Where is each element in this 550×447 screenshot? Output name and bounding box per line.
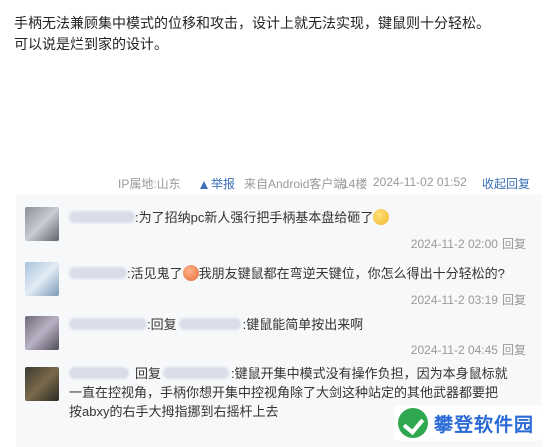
username[interactable]	[69, 211, 135, 223]
reply-item: :为了招纳pc新人强行把手柄基本盘给砸了 2024-11-2 02:00 回复	[16, 194, 542, 251]
post-meta-bar: IP属地:山东 举报 来自Android客户端 14楼 2024-11-02 0…	[0, 171, 550, 193]
check-circle-icon	[397, 408, 428, 438]
avatar[interactable]	[25, 316, 59, 350]
warning-icon	[200, 181, 208, 189]
client-source: 来自Android客户端	[244, 177, 346, 191]
reply-button[interactable]: 回复	[502, 237, 526, 251]
avatar[interactable]	[25, 207, 59, 241]
watermark: 攀登软件园	[393, 405, 542, 441]
username[interactable]	[69, 267, 127, 279]
smile-emoji-icon	[373, 209, 390, 225]
reply-item: :回复:键鼠能简单按出来啊 2024-11-2 04:45 回复	[16, 306, 542, 362]
mention-username[interactable]	[163, 367, 230, 379]
reply-button[interactable]: 回复	[502, 293, 526, 307]
post-line: 手柄无法兼顾集中模式的位移和攻击，设计上就无法实现，键鼠则十分轻松。	[14, 15, 490, 31]
mention-username[interactable]	[178, 318, 241, 330]
avatar[interactable]	[25, 262, 59, 296]
post-body: 手柄无法兼顾集中模式的位移和攻击，设计上就无法实现，键鼠则十分轻松。 可以说是烂…	[14, 13, 490, 55]
ghost-emoji-icon	[182, 265, 199, 281]
reply-button[interactable]: 回复	[502, 343, 526, 357]
post-time: 2024-11-02 01:52	[373, 175, 467, 189]
reply-time: 2024-11-2 04:45	[410, 343, 498, 357]
reply-item: :活见鬼了 我朋友键鼠都在弯逆天键位，你怎么得出十分轻松的? 2024-11-2 …	[16, 250, 542, 307]
reply-content: :活见鬼了 我朋友键鼠都在弯逆天键位，你怎么得出十分轻松的?	[69, 264, 505, 284]
report-link[interactable]: 举报	[200, 175, 235, 192]
ip-location: IP属地:山东	[118, 177, 181, 191]
reply-time: 2024-11-2 03:19	[410, 293, 498, 307]
reply-content: :回复:键鼠能简单按出来啊	[69, 315, 363, 335]
username[interactable]	[69, 367, 129, 379]
post-line: 可以说是烂到家的设计。	[14, 36, 168, 52]
reply-content: :为了招纳pc新人强行把手柄基本盘给砸了	[69, 208, 390, 228]
username[interactable]	[69, 318, 147, 330]
watermark-text: 攀登软件园	[433, 414, 534, 436]
avatar[interactable]	[25, 367, 59, 401]
reply-meta: 2024-11-2 04:45 回复	[411, 341, 526, 358]
floor-number: 14楼	[342, 177, 368, 191]
collapse-replies-link[interactable]: 收起回复	[482, 175, 530, 192]
reply-time: 2024-11-2 02:00	[410, 237, 498, 251]
